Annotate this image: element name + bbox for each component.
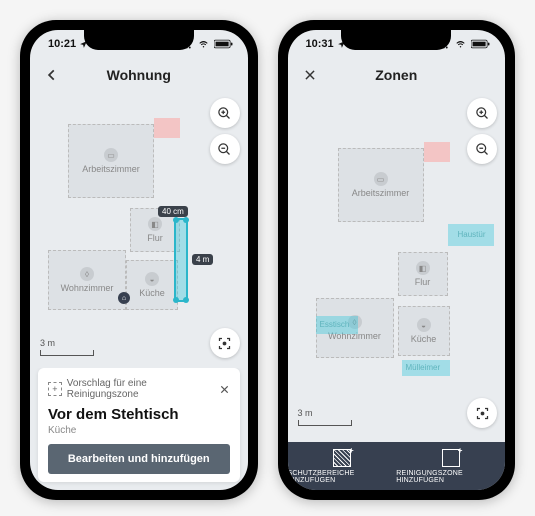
screen: 10:31 Zonen ▭ Arbeitszimmer [288, 30, 506, 490]
battery-icon [214, 39, 234, 49]
close-button[interactable] [300, 65, 320, 85]
add-cleanzone-button[interactable]: + REINIGUNGSZONE HINZUFÜGEN [396, 442, 505, 490]
room-label: Arbeitszimmer [82, 164, 140, 174]
map-area[interactable]: ▭ Arbeitszimmer ◧ Flur ◊ Wohnzimmer ◒ Kü… [288, 92, 506, 442]
room-arbeitszimmer: ▭ Arbeitszimmer [68, 124, 154, 198]
nogo-zone [424, 142, 450, 162]
time-text: 10:31 [306, 38, 334, 50]
bed-icon: ▭ [104, 148, 118, 162]
map-scale: 3 m [40, 338, 94, 356]
resize-handle[interactable] [183, 297, 189, 303]
resize-handle[interactable] [173, 217, 179, 223]
zoom-in-button[interactable] [467, 98, 497, 128]
clock: 10:31 [306, 38, 346, 50]
chevron-left-icon [45, 68, 59, 82]
close-icon [303, 68, 317, 82]
zoom-out-button[interactable] [467, 134, 497, 164]
zoom-in-icon [217, 106, 232, 121]
floorplan: ▭ Arbeitszimmer ◧ Flur ◊ Wohnzimmer ◒ Kü… [298, 102, 496, 432]
nogo-zone [154, 118, 180, 138]
bed-icon: ▭ [374, 172, 388, 186]
wifi-icon [454, 40, 467, 49]
scale-line [298, 420, 352, 426]
wifi-icon [197, 40, 210, 49]
back-button[interactable] [42, 65, 62, 85]
zoom-in-button[interactable] [210, 98, 240, 128]
room-wohnzimmer: ◊ Wohnzimmer [48, 250, 126, 310]
zoom-out-icon [475, 142, 490, 157]
suggestion-card: + Vorschlag für eine Reinigungszone Vor … [38, 368, 240, 482]
room-label: Küche [411, 334, 437, 344]
zoom-controls [210, 98, 240, 164]
header-title: Wohnung [107, 67, 171, 83]
dimension-width: 40 cm [158, 206, 188, 217]
card-lead: Vorschlag für eine Reinigungszone [67, 378, 219, 400]
zoom-in-icon [475, 106, 490, 121]
cleanzone-icon: + [442, 449, 460, 467]
room-label: Arbeitszimmer [352, 188, 410, 198]
recenter-button[interactable] [467, 398, 497, 428]
card-header: + Vorschlag für eine Reinigungszone [48, 378, 230, 400]
hallway-icon: ◧ [416, 261, 430, 275]
scale-text: 3 m [40, 338, 94, 348]
header: Zonen [288, 58, 506, 92]
map-area[interactable]: ▭ Arbeitszimmer ◧ Flur ◊ Wohnzimmer ◒ Kü… [30, 92, 248, 368]
kitchen-icon: ◒ [417, 318, 431, 332]
room-label: Flur [147, 233, 163, 243]
cleaning-zone-rect[interactable] [174, 218, 188, 302]
phone-wohnung: 10:21 Wohnung ▭ Arbeitszimmer [20, 20, 258, 500]
bar-label: SCHUTZBEREICHE HINZUFÜGEN [288, 470, 397, 484]
zoom-out-button[interactable] [210, 134, 240, 164]
room-arbeitszimmer: ▭ Arbeitszimmer [338, 148, 424, 222]
map-scale: 3 m [298, 408, 352, 426]
room-kueche: ◒ Küche [126, 260, 178, 310]
clock: 10:21 [48, 38, 88, 50]
recenter-icon [475, 406, 490, 421]
header-title: Zonen [375, 67, 417, 83]
room-label: Küche [139, 288, 165, 298]
zone-label: Esstisch [320, 320, 350, 329]
room-label: Flur [415, 277, 431, 287]
notch [341, 28, 451, 50]
edit-add-button[interactable]: Bearbeiten und hinzufügen [48, 444, 230, 474]
zone-label: Haustür [458, 230, 486, 239]
bar-label: REINIGUNGSZONE HINZUFÜGEN [396, 470, 505, 484]
hallway-icon: ◧ [148, 217, 162, 231]
header: Wohnung [30, 58, 248, 92]
dimension-height: 4 m [192, 254, 213, 265]
recenter-icon [217, 336, 232, 351]
resize-handle[interactable] [183, 217, 189, 223]
scale-line [40, 350, 94, 356]
couch-icon: ◊ [80, 267, 94, 281]
kitchen-icon: ◒ [145, 272, 159, 286]
time-text: 10:21 [48, 38, 76, 50]
room-kueche: ◒ Küche [398, 306, 450, 356]
add-keepout-button[interactable]: + SCHUTZBEREICHE HINZUFÜGEN [288, 442, 397, 490]
floorplan: ▭ Arbeitszimmer ◧ Flur ◊ Wohnzimmer ◒ Kü… [40, 102, 238, 358]
scale-text: 3 m [298, 408, 352, 418]
zone-label: Mülleimer [406, 363, 441, 372]
zone-add-icon: + [48, 382, 62, 396]
keepout-icon: + [333, 449, 351, 467]
recenter-button[interactable] [210, 328, 240, 358]
zoom-controls [467, 98, 497, 164]
zoom-out-icon [217, 142, 232, 157]
resize-handle[interactable] [173, 297, 179, 303]
battery-icon [471, 39, 491, 49]
room-flur: ◧ Flur [398, 252, 448, 296]
card-close-button[interactable] [219, 384, 230, 395]
card-subtitle: Küche [48, 425, 230, 436]
notch [84, 28, 194, 50]
zones-bottom-bar: + SCHUTZBEREICHE HINZUFÜGEN + REINIGUNGS… [288, 442, 506, 490]
close-icon [219, 384, 230, 395]
room-label: Wohnzimmer [61, 283, 114, 293]
robot-marker: ⌂ [118, 292, 130, 304]
card-title: Vor dem Stehtisch [48, 406, 230, 423]
screen: 10:21 Wohnung ▭ Arbeitszimmer [30, 30, 248, 490]
phone-zonen: 10:31 Zonen ▭ Arbeitszimmer [278, 20, 516, 500]
